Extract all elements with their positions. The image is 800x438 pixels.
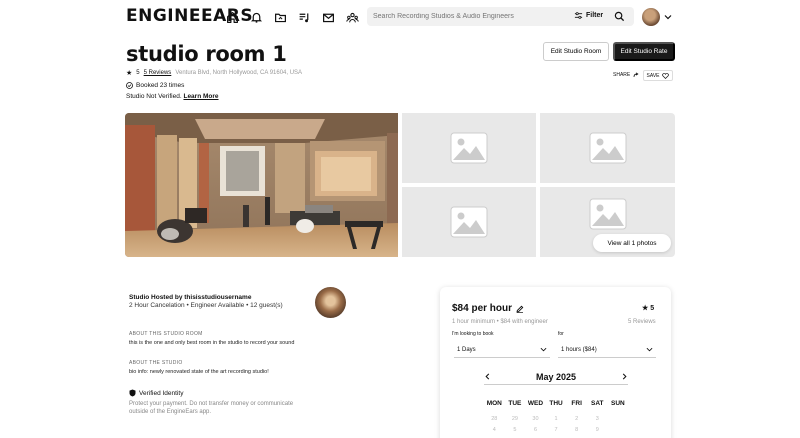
image-placeholder-icon: [589, 198, 626, 230]
view-all-photos-button[interactable]: View all 1 photos: [593, 234, 671, 252]
verified-identity-label: Verified Identity: [139, 389, 184, 397]
card-rating: ★ 5: [642, 305, 655, 312]
filter-button[interactable]: Filter: [574, 11, 603, 20]
studio-room-image: [125, 113, 398, 257]
booking-card: $84 per hour ★ 5 1 hour minimum • $84 wi…: [440, 287, 671, 438]
music-icon[interactable]: [296, 9, 312, 25]
edit-studio-room-button[interactable]: Edit Studio Room: [543, 42, 609, 61]
calendar-day[interactable]: 6: [525, 427, 546, 438]
heart-icon: [662, 72, 670, 79]
about-room-text: this is the one and only best room in th…: [129, 340, 295, 346]
weekday-label: THU: [549, 400, 563, 407]
share-button[interactable]: SHARE: [613, 72, 639, 78]
user-avatar[interactable]: [642, 8, 660, 26]
chevron-left-icon[interactable]: [484, 373, 491, 380]
calendar-day[interactable]: 8: [566, 427, 587, 438]
image-placeholder-icon: [450, 132, 488, 164]
chevron-down-icon[interactable]: [664, 13, 672, 21]
price-text: $84 per hour: [452, 303, 513, 314]
calendar-day[interactable]: 5: [505, 427, 526, 438]
shield-icon: [129, 389, 136, 397]
image-placeholder-icon: [589, 132, 626, 164]
for-label: for: [558, 331, 564, 337]
search-input[interactable]: [367, 13, 567, 20]
chevron-down-icon: [540, 347, 547, 352]
about-studio-text: bio info: newly renovated state of the a…: [129, 369, 269, 375]
calendar-day: 30: [532, 416, 539, 422]
photo-placeholder[interactable]: [540, 113, 675, 183]
verified-identity: Verified Identity: [129, 389, 183, 397]
photo-placeholder[interactable]: [402, 113, 536, 183]
mail-icon[interactable]: [320, 9, 336, 25]
weekday-header: MON TUE WED THU FRI SAT SUN: [484, 400, 628, 407]
top-nav: ENGINEEARS Filter: [0, 0, 800, 34]
nav-icons: [224, 9, 360, 25]
card-reviews-count[interactable]: 5 Reviews: [628, 319, 656, 325]
studio-main-photo[interactable]: [125, 113, 398, 257]
calendar-day[interactable]: 9: [587, 427, 608, 438]
share-label: SHARE: [613, 72, 631, 78]
calendar-dates: 28 29 30 1 2 3 4 5 6 7 8 9 10 11: [484, 416, 628, 438]
weekday-label: WED: [527, 400, 544, 407]
days-value: 1 Days: [457, 346, 476, 353]
weekday-label: FRI: [571, 400, 582, 407]
home-icon[interactable]: [224, 9, 240, 25]
weekday-label: TUE: [508, 400, 522, 407]
host-title: Studio Hosted by thisisstudiousername: [129, 294, 252, 301]
hours-select[interactable]: 1 hours ($84): [558, 342, 656, 358]
calendar-day: 29: [511, 416, 518, 422]
host-details: 2 Hour Cancelation • Engineer Available …: [129, 302, 283, 309]
looking-to-book-label: I'm looking to book: [452, 331, 494, 337]
share-icon: [633, 72, 639, 78]
save-button[interactable]: SAVE: [643, 70, 673, 81]
days-select[interactable]: 1 Days: [454, 342, 550, 358]
studio-address: Ventura Blvd, North Hollywood, CA 91604,…: [175, 70, 303, 76]
photo-placeholder[interactable]: [402, 187, 536, 257]
host-avatar[interactable]: [315, 287, 346, 318]
calendar-check-icon: [126, 82, 133, 89]
booked-count: Booked 23 times: [126, 82, 184, 89]
page-title: studio room 1: [126, 42, 287, 66]
studio-meta: ★ 5 5 Reviews Ventura Blvd, North Hollyw…: [126, 69, 302, 77]
not-verified-text: Studio Not Verified.: [126, 93, 182, 100]
image-placeholder-icon: [450, 206, 488, 238]
search-icon[interactable]: [614, 11, 625, 22]
edit-icon[interactable]: [516, 305, 524, 313]
folder-icon[interactable]: [272, 9, 288, 25]
filter-label: Filter: [586, 12, 604, 19]
community-icon[interactable]: [344, 9, 360, 25]
chevron-right-icon[interactable]: [621, 373, 628, 380]
hours-value: 1 hours ($84): [561, 346, 597, 353]
learn-more-link[interactable]: Learn More: [183, 93, 218, 100]
bell-icon[interactable]: [248, 9, 264, 25]
calendar-day[interactable]: 4: [484, 427, 505, 438]
star-icon: ★: [126, 70, 133, 77]
sliders-icon: [574, 12, 583, 19]
about-room-label: ABOUT THIS STUDIO ROOM: [129, 331, 203, 337]
weekday-label: SAT: [591, 400, 604, 407]
minimum-text: 1 hour minimum • $84 with engineer: [452, 319, 548, 325]
calendar-day[interactable]: 3: [587, 416, 608, 427]
verification-status: Studio Not Verified. Learn More: [126, 93, 219, 100]
edit-studio-rate-button[interactable]: Edit Studio Rate: [613, 42, 675, 61]
calendar-header: May 2025: [484, 369, 628, 385]
booked-text: Booked 23 times: [136, 82, 185, 89]
hourly-price: $84 per hour: [452, 303, 524, 314]
calendar-day: 28: [491, 416, 498, 422]
weekday-label: MON: [486, 400, 502, 407]
calendar-month: May 2025: [535, 371, 577, 382]
search-bar: Filter: [367, 7, 634, 26]
calendar-day[interactable]: 1: [546, 416, 567, 427]
rating-value: 5: [136, 70, 140, 76]
save-label: SAVE: [646, 72, 660, 79]
calendar-day[interactable]: 2: [566, 416, 587, 427]
card-rating-value: 5: [650, 305, 655, 312]
about-studio-label: ABOUT THE STUDIO: [129, 360, 183, 366]
weekday-label: SUN: [610, 400, 625, 407]
payment-protection-text: Protect your payment. Do not transfer mo…: [129, 401, 294, 416]
chevron-down-icon: [646, 347, 653, 352]
calendar-day[interactable]: 7: [546, 427, 567, 438]
reviews-link[interactable]: 5 Reviews: [144, 70, 172, 76]
